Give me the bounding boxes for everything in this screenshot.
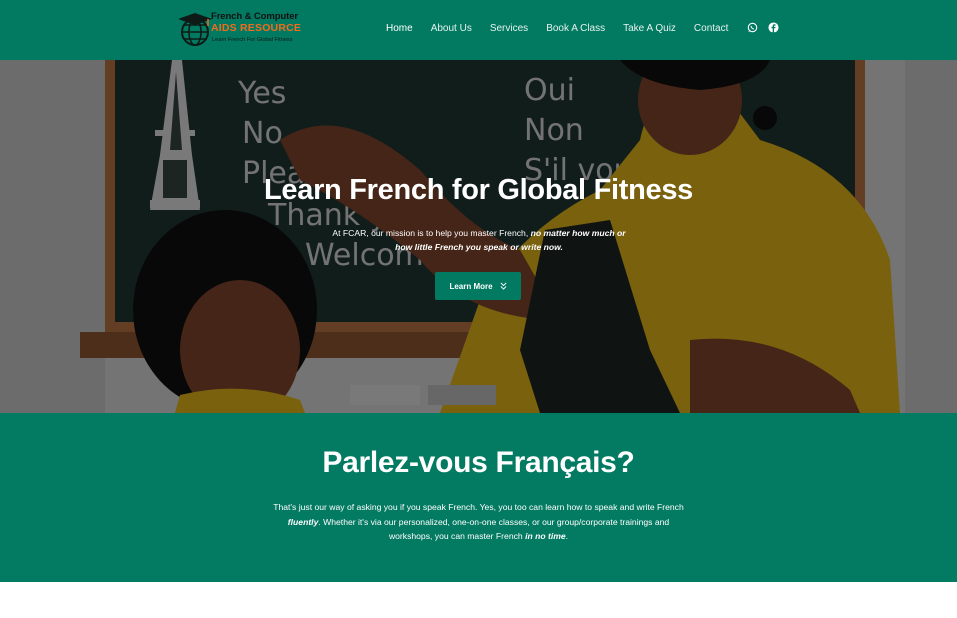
learn-more-button[interactable]: Learn More [435, 272, 521, 300]
nav-take-a-quiz[interactable]: Take A Quiz [623, 23, 676, 34]
section-title: Parlez-vous Français? [322, 446, 635, 479]
whatsapp-icon[interactable] [747, 22, 758, 33]
learn-more-label: Learn More [449, 281, 493, 291]
double-chevron-down-icon [500, 282, 507, 290]
site-logo[interactable]: French & Computer AIDS RESOURCE Learn Fr… [179, 9, 305, 51]
intro-section: Parlez-vous Français? That's just our wa… [0, 413, 957, 582]
brand-tagline: Learn French For Global Fitness [212, 37, 293, 43]
hero-description: At FCAR, our mission is to help you mast… [332, 228, 626, 252]
globe-graduation-cap-icon [179, 13, 212, 46]
emphasis-in-no-time: in no time [525, 531, 566, 541]
site-header: French & Computer AIDS RESOURCE Learn Fr… [0, 0, 957, 60]
nav-book-a-class[interactable]: Book A Class [546, 23, 605, 34]
nav-services[interactable]: Services [490, 23, 528, 34]
hero-section: Yes No Please Thank you Welcome Oui Non … [0, 60, 957, 413]
brand-name-line2: AIDS RESOURCE [211, 22, 302, 34]
nav-about-us[interactable]: About Us [431, 23, 472, 34]
nav-contact[interactable]: Contact [694, 23, 728, 34]
brand-name-line1: French & Computer [211, 11, 298, 22]
facebook-icon[interactable] [768, 22, 779, 33]
main-navigation: Home About Us Services Book A Class Take… [386, 0, 746, 56]
emphasis-fluently: fluently [287, 516, 319, 527]
hero-title: Learn French for Global Fitness [264, 174, 693, 206]
section-description: That's just our way of asking you if you… [273, 502, 684, 541]
nav-home[interactable]: Home [386, 23, 413, 34]
